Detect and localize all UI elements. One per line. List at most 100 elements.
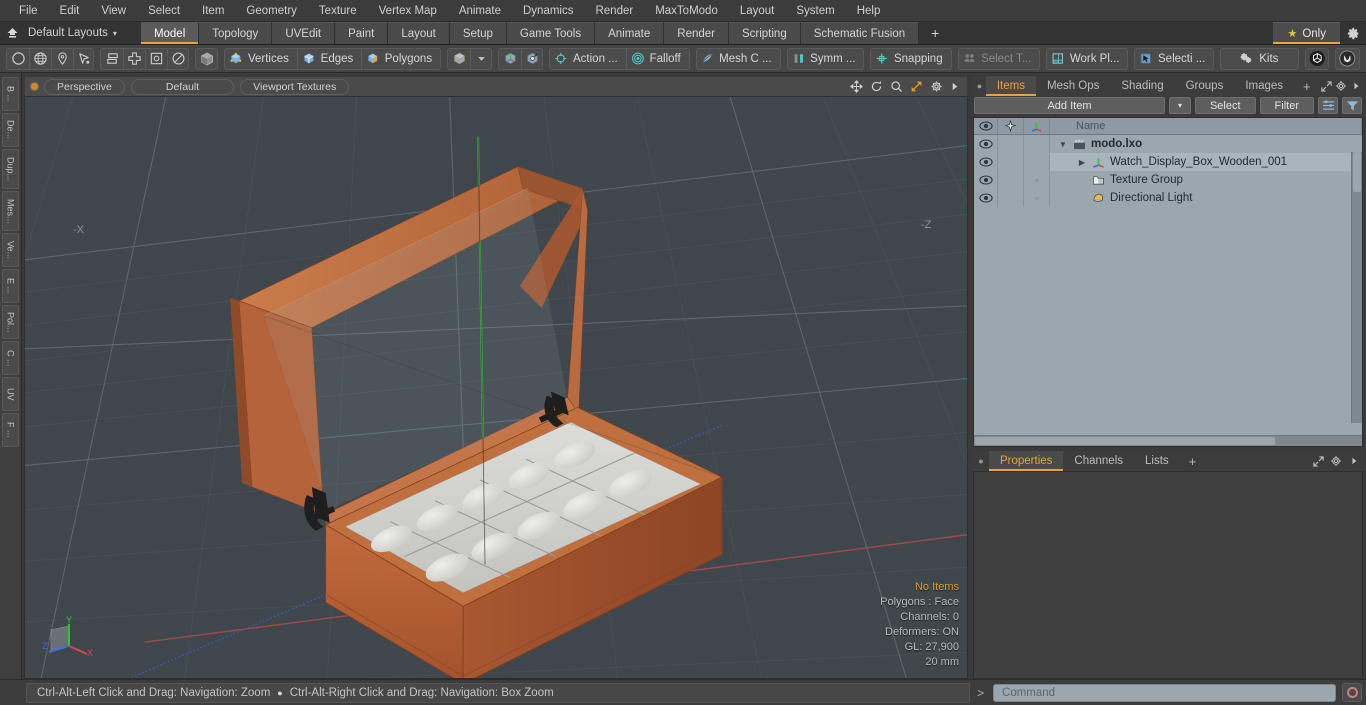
menu-item-vertex-map[interactable]: Vertex Map [368,0,448,22]
menu-item-dynamics[interactable]: Dynamics [512,0,584,22]
cube-icon[interactable] [196,49,218,69]
circle-slash-icon[interactable] [167,48,187,69]
add-properties-tab-button[interactable]: + [1180,451,1206,471]
tree-item-mesh[interactable]: ▶ Watch_Display_Box_Wooden_001 [1050,153,1362,171]
select-through-button[interactable]: Select T... [959,49,1040,69]
gear-icon[interactable] [1327,451,1345,471]
viewport-preset-dropdown[interactable]: Default [130,78,235,95]
vtab-basic[interactable]: B ... [2,77,19,111]
gear-icon[interactable] [1334,76,1348,96]
chevron-down-icon[interactable] [470,48,491,69]
tab-setup[interactable]: Setup [449,22,507,44]
menu-item-animate[interactable]: Animate [448,0,512,22]
tab-scripting[interactable]: Scripting [728,22,801,44]
chevron-right-icon[interactable] [950,81,959,92]
lock-toggle[interactable] [998,135,1024,153]
chevron-right-icon[interactable] [1349,76,1363,96]
cube-solid-icon[interactable] [448,49,470,69]
properties-content[interactable] [973,471,1363,679]
tab-uvedit[interactable]: UVEdit [272,22,336,44]
tab-game-tools[interactable]: Game Tools [506,22,596,44]
viewport-projection-dropdown[interactable]: Perspective [44,78,125,95]
kits-button[interactable]: Kits [1221,49,1298,69]
vtab-mesh-edit[interactable]: Mes... [2,191,19,231]
transform-toggle[interactable] [1024,135,1050,153]
menu-item-texture[interactable]: Texture [308,0,368,22]
snapping-button[interactable]: Snapping [871,49,950,69]
pan-icon[interactable] [850,80,863,93]
rotate-icon[interactable] [870,80,883,93]
action-center-button[interactable]: Action ... [550,49,625,69]
gear-icon[interactable] [930,80,943,93]
vtab-fusion[interactable]: F ... [2,413,19,447]
vtab-edge[interactable]: E ... [2,269,19,303]
vtab-duplicate[interactable]: Dup... [2,149,19,189]
globe-icon[interactable] [29,48,51,69]
stack-icon[interactable] [101,49,123,69]
mesh-constraint-button[interactable]: Mesh C ... [697,49,780,69]
select-button[interactable]: Select [1194,97,1256,114]
rounded-square-icon[interactable] [145,48,167,69]
panel-handle-icon[interactable]: ● [973,451,989,471]
tab-animate[interactable]: Animate [595,22,665,44]
disclosure-triangle-icon[interactable]: ▼ [1058,140,1068,149]
fit-icon[interactable] [910,80,923,93]
lock-toggle[interactable] [998,189,1024,207]
tab-shading[interactable]: Shading [1110,76,1174,96]
expand-icon[interactable] [1320,76,1334,96]
tab-images[interactable]: Images [1234,76,1294,96]
vtab-uv[interactable]: UV [2,377,19,411]
filter-button[interactable]: Filter [1259,97,1314,114]
tab-model[interactable]: Model [140,22,200,44]
work-plane-button[interactable]: Work Pl... [1047,49,1127,69]
menu-item-edit[interactable]: Edit [49,0,91,22]
unreal-icon[interactable] [1336,49,1359,69]
menu-item-help[interactable]: Help [846,0,892,22]
menu-item-maxtomodo[interactable]: MaxToModo [644,0,729,22]
tab-topology[interactable]: Topology [199,22,273,44]
circle-icon[interactable] [7,49,29,69]
add-panel-tab-button[interactable]: + [1294,76,1320,96]
item-list-vscrollbar[interactable] [1351,152,1362,423]
menu-item-render[interactable]: Render [584,0,644,22]
tree-item-scene[interactable]: ▼ modo.lxo [1050,135,1362,153]
list-options-icon[interactable] [1318,97,1338,114]
visibility-toggle[interactable] [974,189,998,207]
selection-set-button[interactable]: Selecti ... [1135,49,1213,69]
gear-icon[interactable] [1340,22,1366,44]
tree-item-directional-light[interactable]: Directional Light [1050,189,1362,207]
menu-item-item[interactable]: Item [191,0,235,22]
unity-icon[interactable] [1306,49,1329,69]
disclosure-triangle-icon[interactable]: ▶ [1077,158,1087,167]
center-axis-icon[interactable] [499,49,521,69]
zoom-icon[interactable] [890,80,903,93]
item-list[interactable]: Name ▫ ▫ ▼ modo.lxo ▶ Watch_Display_Box_… [973,117,1363,447]
tab-paint[interactable]: Paint [335,22,389,44]
tab-lists[interactable]: Lists [1134,451,1180,471]
cross-shape-icon[interactable] [123,48,145,69]
vtab-polygon[interactable]: Pol... [2,305,19,339]
tab-properties[interactable]: Properties [989,451,1064,471]
viewport-3d[interactable]: -X -Z Y X Z No Items Polygons : Face Cha… [24,96,968,679]
lock-toggle[interactable] [998,171,1024,189]
falloff-button[interactable]: Falloff [625,48,689,69]
menu-item-system[interactable]: System [785,0,845,22]
menu-item-file[interactable]: File [8,0,49,22]
vertices-button[interactable]: Vertices [225,49,297,69]
expand-icon[interactable] [1309,451,1327,471]
tab-render[interactable]: Render [664,22,729,44]
transform-toggle[interactable]: ▫ [1024,189,1050,207]
transform-toggle[interactable] [1024,153,1050,171]
symmetry-button[interactable]: Symm ... [788,49,864,69]
record-button[interactable] [1342,683,1362,702]
pen-nib-icon[interactable] [51,48,73,69]
menu-item-view[interactable]: View [90,0,137,22]
vtab-vertex[interactable]: Ve... [2,233,19,267]
add-item-button[interactable]: Add Item [974,97,1165,114]
default-layouts-dropdown[interactable]: Default Layouts ▾ [24,22,127,44]
cursor-arrow-icon[interactable] [73,48,93,69]
menu-item-geometry[interactable]: Geometry [235,0,308,22]
lock-toggle[interactable] [998,153,1024,171]
only-toggle-button[interactable]: ★ Only [1273,22,1340,44]
scroll-thumb[interactable] [1353,152,1361,192]
